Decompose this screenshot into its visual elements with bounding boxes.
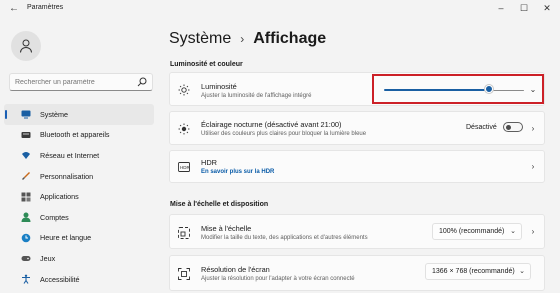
svg-text:HDR: HDR	[180, 165, 190, 170]
sidebar-item-label: Jeux	[40, 253, 56, 263]
sun-icon	[178, 84, 190, 96]
search-icon[interactable]	[137, 77, 147, 87]
sidebar-item-system[interactable]: Système	[4, 104, 154, 125]
breadcrumb: Système › Affichage	[169, 30, 326, 48]
sidebar-item-bluetooth[interactable]: Bluetooth et appareils	[4, 125, 154, 146]
sun-icon	[178, 123, 190, 135]
resolution-icon	[178, 268, 190, 280]
back-arrow-icon[interactable]: ←	[8, 3, 20, 15]
search-input[interactable]	[15, 76, 133, 88]
chevron-down-icon: ⌄	[519, 268, 525, 275]
breadcrumb-parent[interactable]: Système	[169, 30, 231, 48]
maximize-icon[interactable]: ☐	[513, 1, 535, 16]
accessibility-icon	[21, 274, 31, 284]
app-title: Paramètres	[27, 4, 64, 11]
sidebar-item-label: Bluetooth et appareils	[40, 130, 110, 140]
close-icon[interactable]: ✕	[536, 1, 558, 16]
sidebar-item-accessibility[interactable]: Accessibilité	[4, 269, 154, 290]
toggle-knob	[506, 125, 511, 130]
sidebar-item-apps[interactable]: Applications	[4, 186, 154, 207]
chevron-right-icon[interactable]: ›	[529, 227, 537, 237]
resolution-subtitle: Ajuster la résolution pour l'adapter à v…	[201, 276, 355, 282]
night-light-status: Désactivé	[466, 124, 497, 131]
sidebar-item-personalization[interactable]: Personnalisation	[4, 166, 154, 187]
bluetooth-icon	[21, 130, 31, 140]
sidebar-nav: Système Bluetooth et appareils Réseau et…	[0, 104, 160, 289]
night-light-toggle[interactable]	[503, 122, 523, 132]
resolution-dropdown[interactable]: 1366 × 768 (recommandé) ⌄	[425, 263, 531, 280]
search-box[interactable]	[9, 73, 153, 91]
sidebar-item-label: Applications	[40, 192, 79, 202]
night-light-subtitle: Utiliser des couleurs plus claires pour …	[201, 131, 367, 137]
sidebar-item-label: Accessibilité	[40, 274, 80, 284]
sidebar-item-label: Système	[40, 109, 68, 119]
resolution-title: Résolution de l'écran	[201, 265, 270, 274]
hdr-card[interactable]: HDR HDR En savoir plus sur la HDR ›	[169, 150, 545, 183]
brightness-title: Luminosité	[201, 82, 237, 91]
chevron-right-icon: ›	[240, 32, 245, 46]
section-heading-scale: Mise à l'échelle et disposition	[170, 201, 269, 208]
hdr-icon: HDR	[178, 161, 190, 173]
gamepad-icon	[21, 253, 31, 263]
brush-icon	[21, 171, 31, 181]
sidebar-item-label: Personnalisation	[40, 171, 94, 181]
sidebar-item-label: Comptes	[40, 212, 69, 222]
hdr-title: HDR	[201, 158, 218, 167]
page-title: Affichage	[253, 30, 327, 47]
user-icon	[20, 39, 32, 53]
chevron-down-icon: ⌄	[510, 228, 516, 235]
highlight-box	[372, 74, 544, 104]
chevron-right-icon[interactable]: ›	[529, 124, 537, 134]
sidebar-item-time-language[interactable]: Heure et langue	[4, 228, 154, 249]
sidebar-item-gaming[interactable]: Jeux	[4, 248, 154, 269]
scale-dropdown[interactable]: 100% (recommandé) ⌄	[432, 223, 522, 240]
scale-dropdown-value: 100% (recommandé)	[439, 228, 505, 235]
globe-clock-icon	[21, 233, 31, 243]
person-icon	[21, 212, 31, 223]
brightness-subtitle: Ajuster la luminosité de l'affichage int…	[201, 93, 312, 99]
sidebar-item-label: Réseau et Internet	[40, 150, 100, 160]
sidebar-item-label: Heure et langue	[40, 233, 92, 243]
wifi-icon	[21, 150, 31, 160]
sidebar-item-accounts[interactable]: Comptes	[4, 207, 154, 228]
sidebar-item-network[interactable]: Réseau et Internet	[4, 145, 154, 166]
monitor-icon	[21, 109, 31, 119]
chevron-right-icon[interactable]: ›	[529, 162, 537, 172]
avatar[interactable]	[11, 31, 41, 61]
scale-icon	[178, 227, 190, 239]
minimize-icon[interactable]: –	[490, 1, 512, 16]
section-heading-brightness: Luminosité et couleur	[170, 61, 243, 68]
apps-icon	[21, 192, 31, 202]
resolution-dropdown-value: 1366 × 768 (recommandé)	[432, 268, 515, 275]
scale-subtitle: Modifier la taille du texte, des applica…	[201, 235, 368, 241]
hdr-learn-more-link[interactable]: En savoir plus sur la HDR	[201, 169, 274, 175]
scale-title: Mise à l'échelle	[201, 224, 252, 233]
night-light-title: Éclairage nocturne (désactivé avant 21:0…	[201, 120, 342, 129]
title-bar: ← Paramètres – ☐ ✕	[0, 0, 560, 18]
